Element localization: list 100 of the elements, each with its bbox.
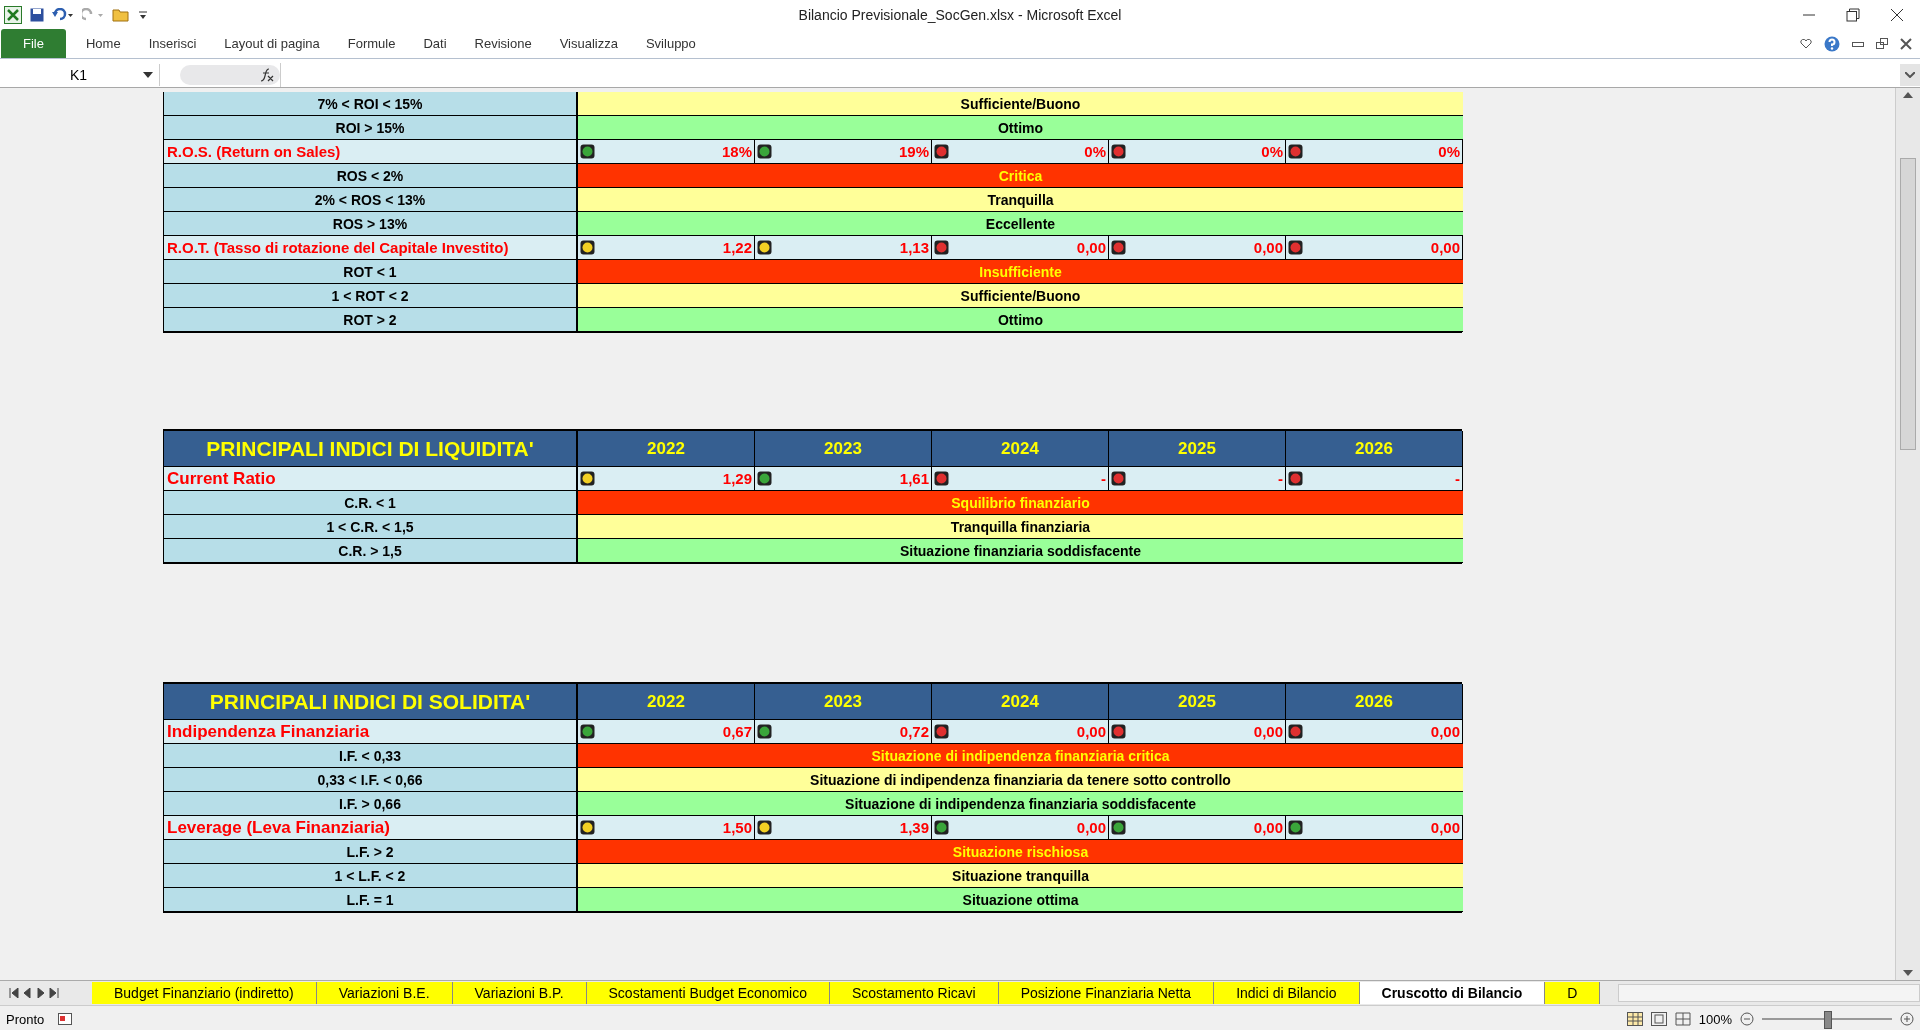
indicator-value: 1,50 [722, 819, 752, 836]
sheet-tab[interactable]: D [1545, 982, 1601, 1004]
ribbon-tab[interactable]: Formule [333, 36, 410, 58]
indicator-value: 0,00 [1253, 819, 1283, 836]
normal-view-icon[interactable] [1626, 1012, 1643, 1026]
sheet-tab[interactable]: Posizione Finanziaria Netta [998, 982, 1215, 1004]
indicator-value: 0,72 [899, 723, 929, 740]
sheet-tab[interactable]: Scostamento Ricavi [830, 982, 999, 1004]
status-text: Pronto [6, 1011, 45, 1027]
year-header: 2022 [578, 431, 755, 467]
ribbon-tab[interactable]: Revisione [460, 36, 546, 58]
page-break-icon[interactable] [1674, 1012, 1691, 1026]
year-header: 2024 [932, 684, 1109, 720]
section-header: PRINCIPALI INDICI DI LIQUIDITA' [164, 431, 578, 467]
save-icon[interactable] [30, 8, 44, 22]
indicator-value: 19% [898, 143, 929, 160]
verdict-cell: Tranquilla finanziaria [578, 515, 1463, 539]
criterion-cell: L.F. = 1 [164, 888, 578, 912]
ribbon-tab[interactable]: Sviluppo [631, 36, 710, 58]
criterion-cell: 1 < C.R. < 1,5 [164, 515, 578, 539]
criterion-cell: ROT < 1 [164, 260, 578, 284]
minimize-icon[interactable] [1852, 40, 1864, 48]
heart-icon[interactable] [1800, 39, 1812, 49]
window-title: Bilancio Previsionale_SocGen.xlsx - Microsoft Excel [798, 7, 1122, 23]
indicator-value: 0,00 [1076, 723, 1106, 740]
help-icon[interactable] [1824, 36, 1840, 52]
verdict-cell: Tranquilla [578, 188, 1463, 212]
indicator-label: Indipendenza Finanziaria [164, 720, 578, 744]
indicator-value: 1,39 [899, 819, 929, 836]
zoom-in-icon[interactable] [1900, 1012, 1914, 1026]
criterion-cell: C.R. > 1,5 [164, 539, 578, 563]
sheet-tab[interactable]: Variazioni B.P. [452, 982, 587, 1004]
indicator-value: 0,00 [1430, 819, 1460, 836]
ribbon-tab[interactable]: Inserisci [134, 36, 211, 58]
indicator-value: 0,67 [722, 723, 752, 740]
verdict-cell: Eccellente [578, 212, 1463, 236]
verdict-cell: Ottimo [578, 116, 1463, 140]
indicator-label: R.O.S. (Return on Sales) [164, 140, 578, 164]
sheet-tab[interactable]: Scostamenti Budget Economico [586, 982, 830, 1004]
restore-icon[interactable] [1876, 38, 1888, 50]
zoom-level: 100% [1698, 1011, 1732, 1027]
indicator-value: 0% [1084, 143, 1106, 160]
criterion-cell: C.R. < 1 [164, 491, 578, 515]
sheet-tab[interactable]: Budget Finanziario (indiretto) [92, 982, 317, 1004]
verdict-cell: Situazione di indipendenza finanziaria soddisfacente [578, 792, 1463, 816]
page-layout-icon[interactable] [1650, 1012, 1667, 1026]
indicator-value: - [1278, 470, 1283, 487]
year-header: 2025 [1109, 684, 1286, 720]
year-header: 2023 [755, 684, 932, 720]
indicator-value: 1,29 [722, 470, 752, 487]
ribbon-tab[interactable]: Layout di pagina [210, 36, 334, 58]
indicator-value: 0,00 [1076, 239, 1106, 256]
year-header: 2024 [932, 431, 1109, 467]
name-box[interactable]: K1 [0, 64, 160, 86]
criterion-cell: 7% < ROI < 15% [164, 92, 578, 116]
close-icon[interactable] [1900, 38, 1912, 50]
year-header: 2025 [1109, 431, 1286, 467]
criterion-cell: 0,33 < I.F. < 0,66 [164, 768, 578, 792]
scroll-down-icon[interactable] [1903, 970, 1913, 976]
excel-logo-icon[interactable] [4, 6, 22, 24]
customize-toolbar-icon[interactable] [138, 9, 148, 21]
ribbon-tab[interactable]: File [1, 29, 66, 58]
indicator-value: 18% [721, 143, 752, 160]
restore-icon[interactable] [1846, 8, 1860, 22]
indicator-value: 0,00 [1430, 239, 1460, 256]
ribbon-tab[interactable]: Home [71, 36, 135, 58]
indicator-value: 0,00 [1253, 239, 1283, 256]
verdict-cell: Ottimo [578, 308, 1463, 332]
indicator-value: 0,00 [1076, 819, 1106, 836]
sheet-tab[interactable]: Cruscotto di Bilancio [1359, 982, 1546, 1004]
horizontal-scrollbar[interactable] [1618, 984, 1920, 1002]
year-header: 2022 [578, 684, 755, 720]
criterion-cell: ROI > 15% [164, 116, 578, 140]
criterion-cell: L.F. > 2 [164, 840, 578, 864]
indicator-value: 0% [1261, 143, 1283, 160]
sheet-tab[interactable]: Variazioni B.E. [316, 982, 453, 1004]
close-icon[interactable] [1890, 8, 1904, 22]
criterion-cell: ROS < 2% [164, 164, 578, 188]
zoom-slider-thumb[interactable] [1824, 1011, 1832, 1029]
undo-icon[interactable] [52, 8, 74, 22]
expand-icon[interactable] [1905, 72, 1915, 78]
zoom-out-icon[interactable] [1740, 1012, 1754, 1026]
verdict-cell: Sufficiente/Buono [578, 284, 1463, 308]
ribbon-tab[interactable]: Visualizza [545, 36, 632, 58]
sheet-tab[interactable]: Indici di Bilancio [1214, 982, 1360, 1004]
verdict-cell: Insufficiente [578, 260, 1463, 284]
year-header: 2026 [1286, 684, 1463, 720]
indicator-value: 0,00 [1430, 723, 1460, 740]
scrollbar-thumb[interactable] [1900, 158, 1916, 450]
ribbon-tab[interactable]: Dati [409, 36, 461, 58]
indicator-value: 1,13 [899, 239, 929, 256]
criterion-cell: I.F. < 0,33 [164, 744, 578, 768]
criterion-cell: ROT > 2 [164, 308, 578, 332]
function-icon[interactable] [260, 68, 274, 82]
year-header: 2023 [755, 431, 932, 467]
criterion-cell: 2% < ROS < 13% [164, 188, 578, 212]
folder-icon[interactable] [112, 8, 130, 22]
indicator-value: 0% [1438, 143, 1460, 160]
macro-record-icon[interactable] [58, 1013, 73, 1025]
scroll-up-icon[interactable] [1903, 92, 1913, 98]
